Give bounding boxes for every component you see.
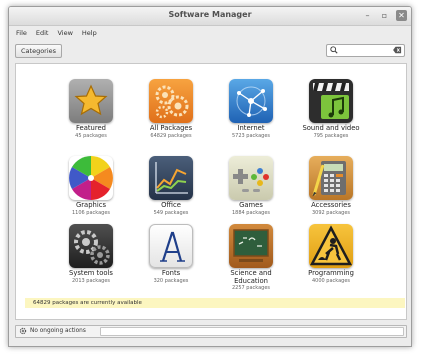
minimize-button[interactable]: – [362, 10, 373, 21]
font-icon [149, 224, 193, 268]
status-text: No ongoing actions [30, 328, 86, 334]
package-count: 1106 packages [71, 209, 111, 216]
category-science-and-education[interactable]: Science and Education 2257 packages [214, 224, 288, 291]
package-count: 2257 packages [231, 285, 271, 291]
calculator-icon [309, 156, 353, 200]
package-count: 549 packages [153, 209, 189, 216]
chart-icon [149, 156, 193, 200]
category-office[interactable]: Office 549 packages [134, 156, 208, 216]
category-games[interactable]: Games 1884 packages [214, 156, 288, 216]
media-icon [309, 79, 353, 123]
category-name: Fonts [161, 269, 181, 277]
category-name: Office [161, 201, 181, 209]
chalkboard-icon [229, 224, 273, 268]
progress-bar [100, 327, 404, 336]
package-count: 3092 packages [311, 209, 351, 216]
menu-help[interactable]: Help [82, 29, 97, 37]
network-icon [229, 79, 273, 123]
category-all-packages[interactable]: All Packages 64829 packages [134, 79, 208, 139]
package-count: 2013 packages [71, 277, 111, 284]
category-name: Sound and video [302, 124, 360, 132]
window-title: Software Manager [168, 10, 252, 19]
category-name: Games [239, 201, 263, 209]
menu-edit[interactable]: Edit [36, 29, 49, 37]
category-accessories[interactable]: Accessories 3092 packages [294, 156, 368, 216]
gear-icon [19, 327, 27, 335]
search-input[interactable] [340, 46, 390, 54]
construction-icon [309, 224, 353, 268]
category-grid: Featured 45 packages All Packages 64829 … [15, 63, 407, 320]
category-name: All Packages [149, 124, 193, 132]
search-box[interactable] [326, 44, 405, 57]
package-count: 5723 packages [231, 132, 271, 139]
package-count: 45 packages [75, 132, 107, 139]
clear-search-icon[interactable] [393, 46, 402, 54]
menu-view[interactable]: View [57, 29, 72, 37]
system-gears-icon [69, 224, 113, 268]
category-sound-and-video[interactable]: Sound and video 795 packages [294, 79, 368, 139]
maximize-button[interactable]: ▫ [379, 10, 390, 21]
package-count: 64829 packages [150, 132, 192, 139]
menubar: File Edit View Help [9, 26, 411, 40]
category-internet[interactable]: Internet 5723 packages [214, 79, 288, 139]
status-bar: No ongoing actions [15, 325, 407, 338]
package-count: 320 packages [153, 277, 189, 284]
close-button[interactable]: ✕ [396, 10, 407, 21]
color-wheel-icon [69, 156, 113, 200]
software-manager-window: Software Manager – ▫ ✕ File Edit View He… [8, 6, 412, 347]
star-icon [69, 79, 113, 123]
category-fonts[interactable]: Fonts 320 packages [134, 224, 208, 284]
gears-icon [149, 79, 193, 123]
package-count: 1884 packages [231, 209, 271, 216]
category-name: Internet [237, 124, 265, 132]
category-name: Featured [76, 124, 106, 132]
titlebar[interactable]: Software Manager – ▫ ✕ [9, 7, 411, 26]
package-count: 4000 packages [311, 277, 351, 284]
toolbar: Categories [9, 40, 411, 60]
category-programming[interactable]: Programming 4000 packages [294, 224, 368, 284]
package-count: 795 packages [313, 132, 349, 139]
category-graphics[interactable]: Graphics 1106 packages [54, 156, 128, 216]
category-name: System tools [69, 269, 113, 277]
search-icon [330, 46, 338, 54]
category-name: Programming [308, 269, 354, 277]
gamepad-icon [229, 156, 273, 200]
package-availability-info: 64829 packages are currently available [25, 298, 405, 308]
category-name: Science and Education [230, 269, 272, 285]
categories-button[interactable]: Categories [15, 44, 63, 58]
menu-file[interactable]: File [16, 29, 27, 37]
category-name: Graphics [75, 201, 106, 209]
category-system-tools[interactable]: System tools 2013 packages [54, 224, 128, 284]
category-name: Accessories [311, 201, 351, 209]
category-featured[interactable]: Featured 45 packages [54, 79, 128, 139]
